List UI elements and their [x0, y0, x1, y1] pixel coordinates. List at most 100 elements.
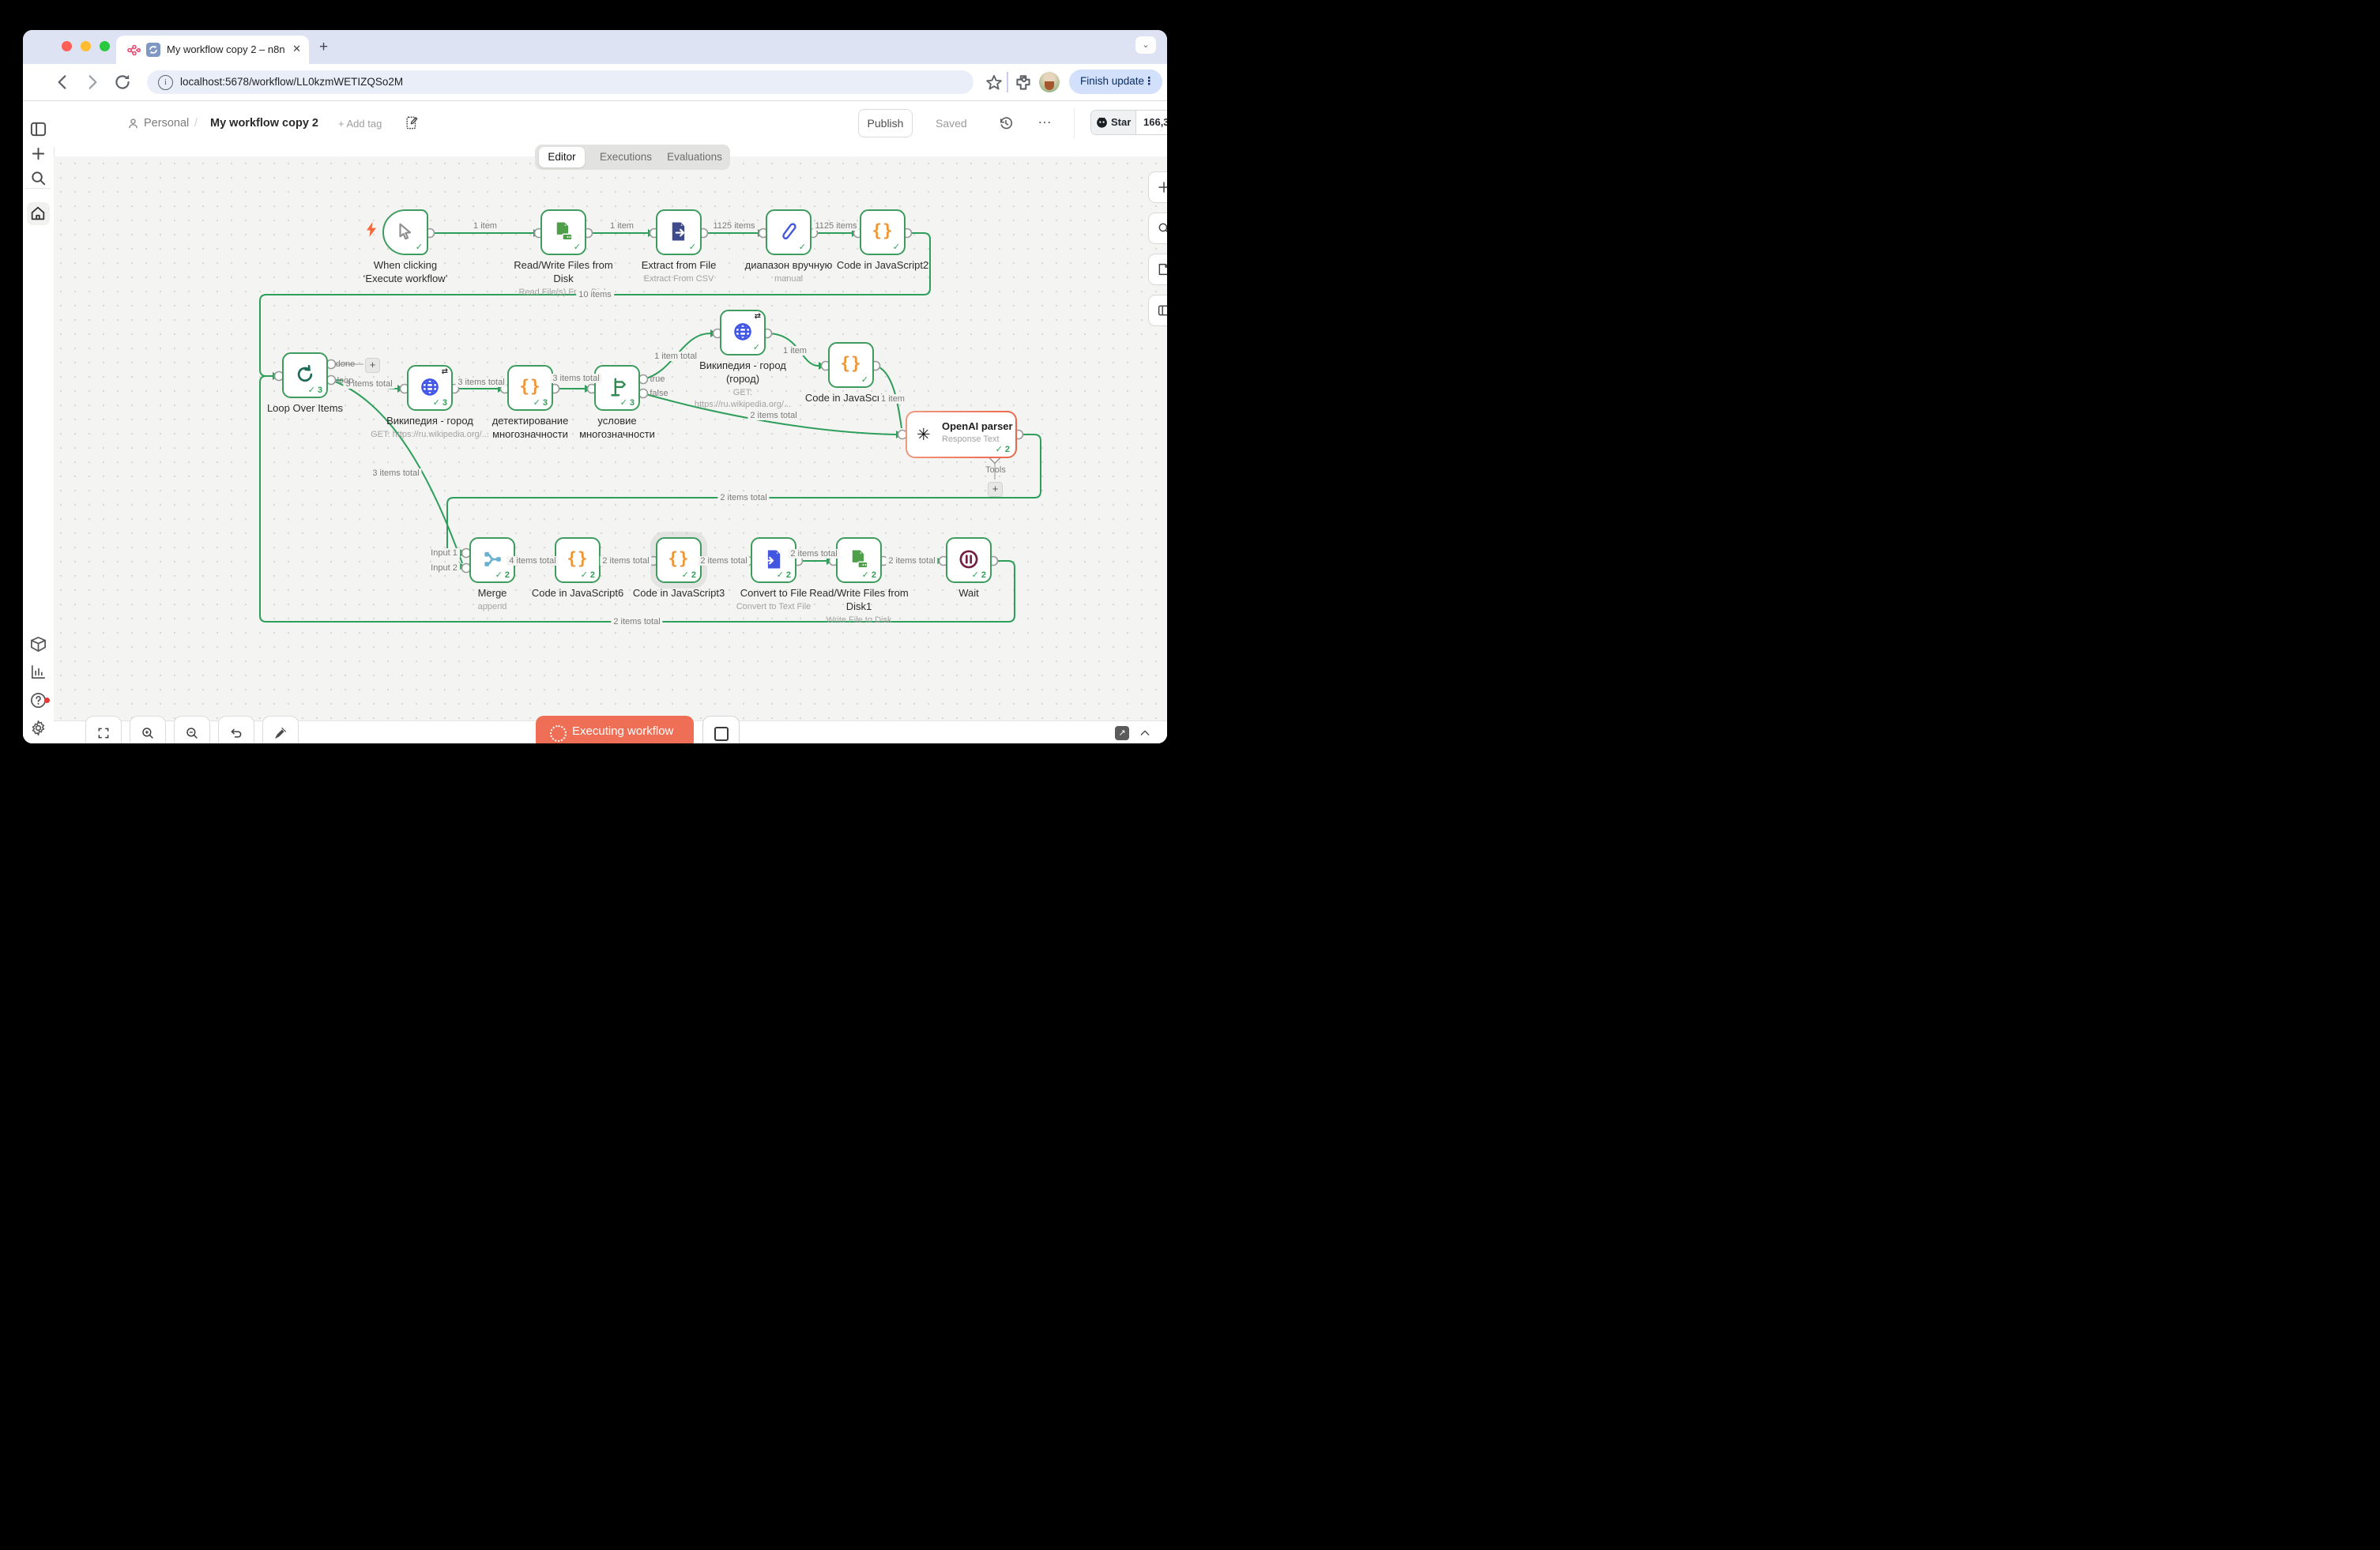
edge-label: 2 items total	[788, 549, 839, 559]
workflow-canvas[interactable]: 1 item 1 item 1125 items 1125 items 10 i…	[54, 156, 1167, 720]
code-braces-icon: {}	[840, 354, 861, 373]
edge-label: 1 item	[471, 221, 499, 231]
bookmark-star-icon[interactable]	[984, 73, 1004, 93]
reload-icon[interactable]	[112, 72, 133, 92]
retry-icon: ⇄	[442, 367, 448, 376]
logs-expand-chevron-icon[interactable]	[1139, 727, 1151, 739]
undo-button[interactable]	[218, 716, 254, 743]
port-label-done: done	[333, 359, 357, 369]
add-icon[interactable]	[29, 145, 47, 163]
templates-box-icon[interactable]	[29, 635, 47, 653]
site-info-icon[interactable]: i	[158, 75, 173, 90]
retry-icon: ⇄	[755, 312, 761, 321]
code-braces-icon: {}	[872, 221, 893, 240]
notification-dot	[44, 698, 50, 703]
edit-note-icon[interactable]	[405, 115, 420, 130]
tab-executions[interactable]: Executions	[594, 147, 657, 167]
forward-icon[interactable]	[82, 72, 103, 92]
profile-avatar[interactable]	[1039, 72, 1060, 92]
edge-label: 1125 items	[813, 221, 860, 231]
url-text: localhost:5678/workflow/LL0kzmWETIZQSo2M	[180, 76, 403, 88]
panel-icon	[1158, 304, 1168, 318]
edge-label: 3 items total	[370, 468, 421, 478]
breadcrumb-separator: /	[194, 117, 198, 130]
tab-editor[interactable]: Editor	[539, 147, 585, 167]
back-icon[interactable]	[52, 72, 73, 92]
new-tab-button[interactable]: +	[319, 39, 328, 56]
github-logo-icon	[1095, 115, 1109, 129]
zoom-out-button[interactable]	[174, 716, 210, 743]
canvas-add-node-button[interactable]	[1148, 171, 1167, 203]
globe-icon	[732, 321, 754, 342]
add-tag-button[interactable]: + Add tag	[338, 118, 382, 130]
extensions-icon[interactable]	[1013, 73, 1034, 93]
tab-search-chevron-icon[interactable]: ⌄	[1135, 36, 1156, 54]
executing-workflow-button[interactable]: Executing workflow	[536, 716, 694, 743]
stop-icon	[714, 727, 729, 741]
browser-tab[interactable]: My workflow copy 2 – n8n ✕	[116, 36, 309, 64]
url-bar[interactable]: i localhost:5678/workflow/LL0kzmWETIZQSo…	[147, 70, 973, 94]
edge-label: 2 items total	[698, 556, 749, 566]
port-label-tools: Tools	[983, 465, 1008, 475]
traffic-zoom-button[interactable]	[100, 41, 110, 51]
traffic-minimize-button[interactable]	[81, 41, 91, 51]
browser-toolbar: i localhost:5678/workflow/LL0kzmWETIZQSo…	[23, 64, 1167, 100]
file-export-icon	[668, 221, 689, 242]
add-tool-button[interactable]: +	[988, 482, 1003, 497]
plus-icon	[1157, 180, 1167, 194]
settings-gear-icon[interactable]	[29, 719, 47, 737]
port-label-input1: Input 1	[428, 548, 460, 558]
edge-label: 2 items total	[748, 411, 799, 420]
toolbar-divider	[1007, 72, 1008, 92]
github-star-widget[interactable]: Star 166,354	[1090, 110, 1167, 135]
zoom-in-button[interactable]	[130, 716, 166, 743]
fit-view-button[interactable]	[85, 716, 122, 743]
chrome-menu-kebab-icon[interactable]: ⋮	[1144, 75, 1155, 88]
port-label-loop: loop	[335, 376, 356, 386]
globe-icon	[420, 376, 441, 397]
breadcrumb-project[interactable]: Personal	[144, 117, 189, 130]
add-node-from-done-button[interactable]: +	[365, 358, 380, 373]
sidebar-divider	[26, 188, 51, 189]
finish-update-button[interactable]: Finish update ⋮	[1069, 70, 1162, 94]
undo-icon	[229, 726, 243, 740]
logs-popout-icon[interactable]: ↗	[1115, 726, 1129, 740]
tab-strip: My workflow copy 2 – n8n ✕ + ⌄	[23, 30, 1167, 64]
favicon-sync-icon	[146, 43, 160, 57]
browser-window: My workflow copy 2 – n8n ✕ + ⌄ i localho…	[23, 30, 1167, 743]
zoom-in-icon	[141, 726, 155, 740]
search-icon	[1158, 222, 1168, 235]
history-icon[interactable]	[998, 115, 1014, 131]
signpost-icon	[607, 377, 627, 397]
edge-label: 4 items total	[507, 556, 558, 566]
broom-icon	[273, 726, 288, 740]
edge-label: 3 items total	[550, 374, 601, 383]
panel-toggle-icon[interactable]	[29, 120, 47, 138]
fit-view-icon	[97, 727, 111, 740]
file-disk-icon	[849, 549, 869, 570]
tab-evaluations[interactable]: Evaluations	[661, 147, 728, 167]
traffic-close-button[interactable]	[62, 41, 72, 51]
edge-label: 1 item	[879, 394, 907, 404]
port-label-false: false	[647, 389, 670, 398]
canvas-search-button[interactable]	[1148, 213, 1167, 244]
more-menu-button[interactable]: …	[1037, 111, 1053, 126]
canvas-sticky-note-button[interactable]	[1148, 254, 1167, 285]
stop-execution-button[interactable]	[702, 716, 740, 743]
github-star-button[interactable]: Star	[1091, 111, 1136, 134]
file-import-icon	[763, 549, 784, 570]
tab-close-icon[interactable]: ✕	[292, 43, 301, 55]
note-icon	[1158, 263, 1168, 277]
search-icon[interactable]	[29, 169, 47, 187]
workflow-header: Personal / My workflow copy 2 + Add tag …	[54, 101, 1167, 147]
port-label-input2: Input 2	[428, 563, 460, 573]
file-disk-icon	[553, 221, 574, 242]
sidebar-item-overview[interactable]	[27, 202, 50, 225]
cursor-icon	[395, 221, 416, 242]
workflow-title[interactable]: My workflow copy 2	[210, 117, 318, 130]
spinner-icon	[550, 725, 567, 742]
tidy-up-button[interactable]	[262, 716, 299, 743]
canvas-panel-toggle-button[interactable]	[1148, 295, 1167, 326]
insights-chart-icon[interactable]	[29, 663, 47, 681]
publish-button[interactable]: Publish	[858, 109, 913, 137]
